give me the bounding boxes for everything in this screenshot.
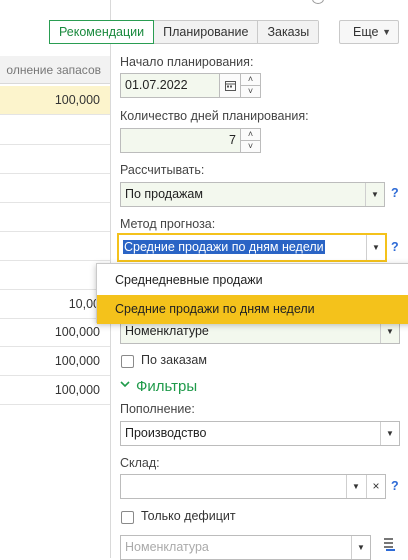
method-help-button[interactable]: ? [391, 240, 399, 254]
method-label: Метод прогноза: [120, 217, 216, 231]
chevron-down-icon[interactable]: ▼ [380, 422, 399, 445]
help-circle-icon[interactable] [312, 0, 324, 4]
calendar-button[interactable] [219, 73, 241, 98]
clear-icon[interactable]: × [366, 475, 385, 498]
calculate-help-button[interactable]: ? [391, 186, 399, 200]
table-row[interactable] [0, 174, 110, 203]
tab-planning[interactable]: Планирование [154, 21, 259, 43]
column-header-replenishment[interactable]: олнение запасов [0, 56, 110, 84]
dropdown-option-weekday-average[interactable]: Средние продажи по дням недели [97, 295, 408, 324]
nomenclature-field[interactable]: Номенклатура ▼ [120, 535, 371, 560]
tab-orders[interactable]: Заказы [258, 21, 319, 43]
calculate-select[interactable]: По продажам ▼ [120, 182, 385, 207]
more-button[interactable]: Еще ▼ [339, 20, 399, 44]
only-deficit-label: Только дефицит [141, 509, 236, 523]
days-field[interactable]: 7 [120, 128, 241, 153]
recommendations-table: олнение запасов 100,000 10,00 100,000 10… [0, 0, 111, 558]
only-deficit-checkbox[interactable] [121, 511, 134, 524]
filters-title: Фильтры [136, 378, 198, 395]
chevron-down-icon[interactable]: ▼ [366, 235, 385, 260]
start-date-field[interactable]: 01.07.2022 [120, 73, 220, 98]
chevron-down-icon[interactable]: ▼ [346, 475, 365, 498]
table-row[interactable]: 100,000 [0, 318, 110, 347]
warehouse-field[interactable]: ▼ × [120, 474, 386, 499]
table-row[interactable] [0, 232, 110, 261]
table-row[interactable] [0, 203, 110, 232]
warehouse-label: Склад: [120, 456, 160, 470]
table-row[interactable]: 10,00 [0, 290, 110, 319]
tab-bar: Рекомендации Планирование Заказы [49, 20, 320, 44]
by-orders-label: По заказам [141, 353, 207, 367]
calendar-icon [224, 81, 236, 91]
start-date-label: Начало планирования: [120, 55, 254, 69]
table-row[interactable] [0, 116, 110, 145]
more-button-label: Еще [353, 25, 379, 39]
days-spin-down-button[interactable]: ˅ [240, 140, 261, 153]
chevron-down-icon[interactable]: ▼ [351, 536, 370, 559]
list-select-icon[interactable] [383, 537, 397, 551]
replenishment-select[interactable]: Производство ▼ [120, 421, 400, 446]
by-orders-checkbox[interactable] [121, 355, 134, 368]
chevron-down-icon [120, 381, 130, 388]
dropdown-option-daily-average[interactable]: Среднедневные продажи [97, 266, 408, 295]
chevron-down-icon: ▼ [382, 27, 391, 37]
replenishment-label: Пополнение: [120, 402, 195, 416]
table-row[interactable]: 100,000 [0, 347, 110, 376]
calculate-label: Рассчитывать: [120, 163, 205, 177]
tab-recommendations[interactable]: Рекомендации [49, 20, 155, 44]
forecast-method-select[interactable]: Средние продажи по дням недели ▼ [117, 233, 387, 262]
table-row[interactable] [0, 261, 110, 290]
table-row[interactable] [0, 145, 110, 174]
warehouse-help-button[interactable]: ? [391, 479, 399, 493]
days-label: Количество дней планирования: [120, 109, 309, 123]
date-spin-down-button[interactable]: ˅ [240, 85, 261, 98]
chevron-down-icon[interactable]: ▼ [365, 183, 384, 206]
filters-group-toggle[interactable]: Фильтры [120, 378, 197, 395]
table-row[interactable]: 100,000 [0, 86, 110, 115]
forecast-method-dropdown: Среднедневные продажи Средние продажи по… [96, 263, 408, 324]
table-row[interactable]: 100,000 [0, 376, 110, 405]
